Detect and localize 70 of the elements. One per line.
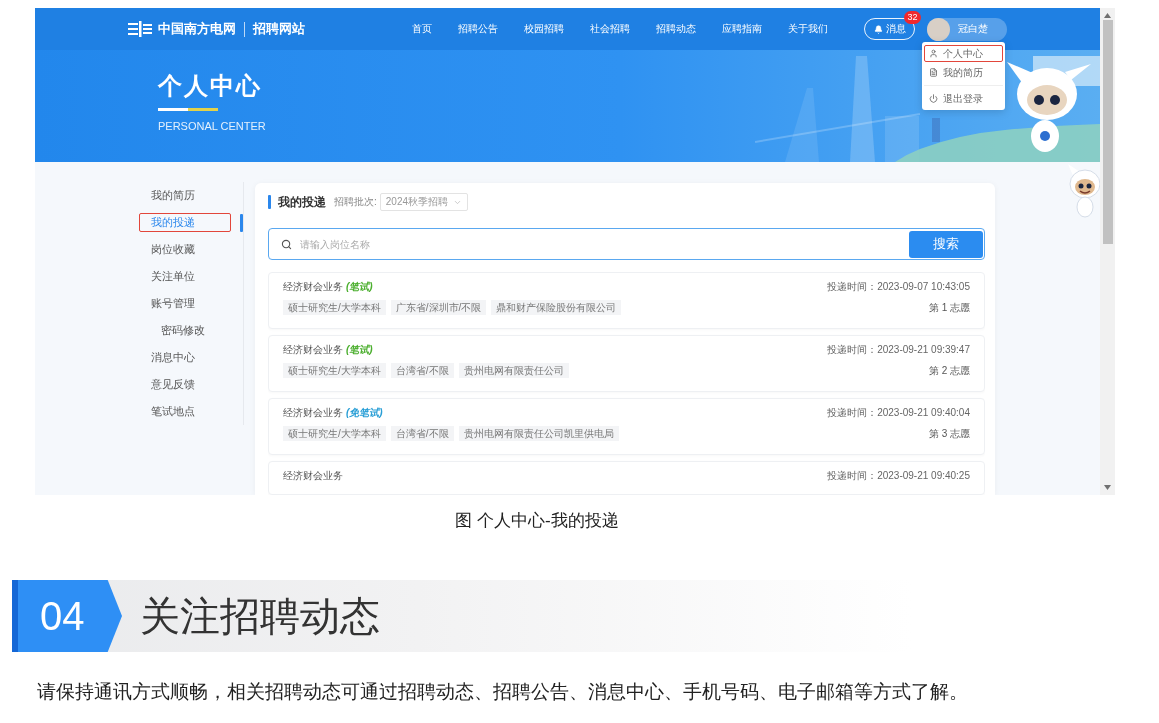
logo-text: 中国南方电网 <box>158 20 236 38</box>
nav-link[interactable]: 首页 <box>412 22 432 36</box>
document-icon <box>929 68 938 77</box>
sidebar-item[interactable]: 我的投递 <box>139 213 231 232</box>
figure-caption: 图 个人中心-我的投递 <box>454 510 620 532</box>
info-tag: 台湾省/不限 <box>390 426 454 441</box>
job-title: 经济财会业务 <box>283 343 343 357</box>
preference-rank: 第 3 志愿 <box>928 426 970 441</box>
info-tag: 贵州电网有限责任公司 <box>458 363 569 378</box>
sidebar-item[interactable]: 账号管理 <box>139 294 231 313</box>
submission-time: 投递时间：2023-09-07 10:43:05 <box>827 280 970 294</box>
job-title: 经济财会业务 <box>283 469 343 483</box>
search-button[interactable]: 搜索 <box>909 230 983 258</box>
info-tag: 硕士研究生/大学本科 <box>283 426 386 441</box>
application-card[interactable]: 经济财会业务 (免笔试) 投递时间：2023-09-21 09:40:04 硕士研究生/大学本科 台湾省/不限 贵州电网有限责任公司凯里供电局 第 3 志愿 <box>268 398 985 455</box>
submission-time: 投递时间：2023-09-21 09:40:04 <box>827 406 970 420</box>
info-tag: 广东省/深圳市/不限 <box>390 300 487 315</box>
info-tag: 硕士研究生/大学本科 <box>283 363 386 378</box>
exam-tag: (笔试) <box>346 343 373 357</box>
submission-time: 投递时间：2023-09-21 09:39:47 <box>827 343 970 357</box>
power-icon <box>929 94 938 103</box>
search-icon <box>281 238 292 250</box>
application-card[interactable]: 经济财会业务 (笔试) 投递时间：2023-09-21 09:39:47 硕士研究生/大学本科 台湾省/不限 贵州电网有限责任公司 第 2 志愿 <box>268 335 985 392</box>
site-name: 招聘网站 <box>253 20 305 38</box>
job-title: 经济财会业务 <box>283 280 343 294</box>
bell-icon <box>873 24 883 34</box>
search-field[interactable]: 请输入岗位名称 搜索 <box>268 228 985 260</box>
nav-link[interactable]: 社会招聘 <box>590 22 630 36</box>
sidebar-item[interactable]: 消息中心 <box>139 348 231 367</box>
sidebar-item[interactable]: 意见反馈 <box>139 375 231 394</box>
application-card[interactable]: 经济财会业务 投递时间：2023-09-21 09:40:25 <box>268 461 985 495</box>
title-accent-bar <box>268 195 271 209</box>
info-tag: 硕士研究生/大学本科 <box>283 300 386 315</box>
exam-tag: (免笔试) <box>346 406 383 420</box>
sidebar-item[interactable]: 密码修改 <box>149 321 231 340</box>
info-tag: 台湾省/不限 <box>390 363 454 378</box>
section-title: 关注招聘动态 <box>140 592 380 640</box>
menu-item[interactable]: 个人中心 <box>924 45 1003 62</box>
section-number: 04 <box>12 580 122 652</box>
nav-link[interactable]: 招聘动态 <box>656 22 696 36</box>
banner-subtitle: PERSONAL CENTER <box>158 120 266 132</box>
panel-title: 我的投递 <box>278 193 326 211</box>
sidebar-item[interactable]: 我的简历 <box>139 186 231 205</box>
nav-link[interactable]: 校园招聘 <box>524 22 564 36</box>
logo-stripes-icon <box>128 21 152 37</box>
sidebar-item[interactable]: 关注单位 <box>139 267 231 286</box>
avatar <box>927 17 950 41</box>
exam-tag: (笔试) <box>346 280 373 294</box>
notification-badge: 32 <box>904 11 921 24</box>
nav-link[interactable]: 应聘指南 <box>722 22 762 36</box>
banner-title: 个人中心 <box>158 72 262 100</box>
title-underline <box>158 108 218 111</box>
info-tag: 鼎和财产保险股份有限公司 <box>491 300 622 315</box>
scroll-up-arrow-icon <box>1104 13 1111 18</box>
sidebar-item[interactable]: 岗位收藏 <box>139 240 231 259</box>
submission-time: 投递时间：2023-09-21 09:40:25 <box>827 469 970 483</box>
batch-label: 招聘批次: <box>334 195 377 209</box>
active-indicator <box>240 213 243 232</box>
scroll-down-arrow-icon <box>1104 485 1111 490</box>
nav-link[interactable]: 招聘公告 <box>458 22 498 36</box>
job-title: 经济财会业务 <box>283 406 343 420</box>
person-icon <box>929 49 938 58</box>
info-tag: 贵州电网有限责任公司凯里供电局 <box>458 426 619 441</box>
sidebar-item[interactable]: 笔试地点 <box>139 402 231 421</box>
scrollbar-thumb[interactable] <box>1102 20 1113 244</box>
preference-rank: 第 1 志愿 <box>928 300 970 315</box>
application-card[interactable]: 经济财会业务 (笔试) 投递时间：2023-09-07 10:43:05 硕士研究生/大学本科 广东省/深圳市/不限 鼎和财产保险股份有限公司 第 1 志愿 <box>268 272 985 329</box>
preference-rank: 第 2 志愿 <box>928 363 970 378</box>
body-paragraph: 请保持通讯方式顺畅，相关招聘动态可通过招聘动态、招聘公告、消息中心、手机号码、电子邮箱等方式了解。 <box>37 680 969 704</box>
nav-link[interactable]: 关于我们 <box>788 22 828 36</box>
